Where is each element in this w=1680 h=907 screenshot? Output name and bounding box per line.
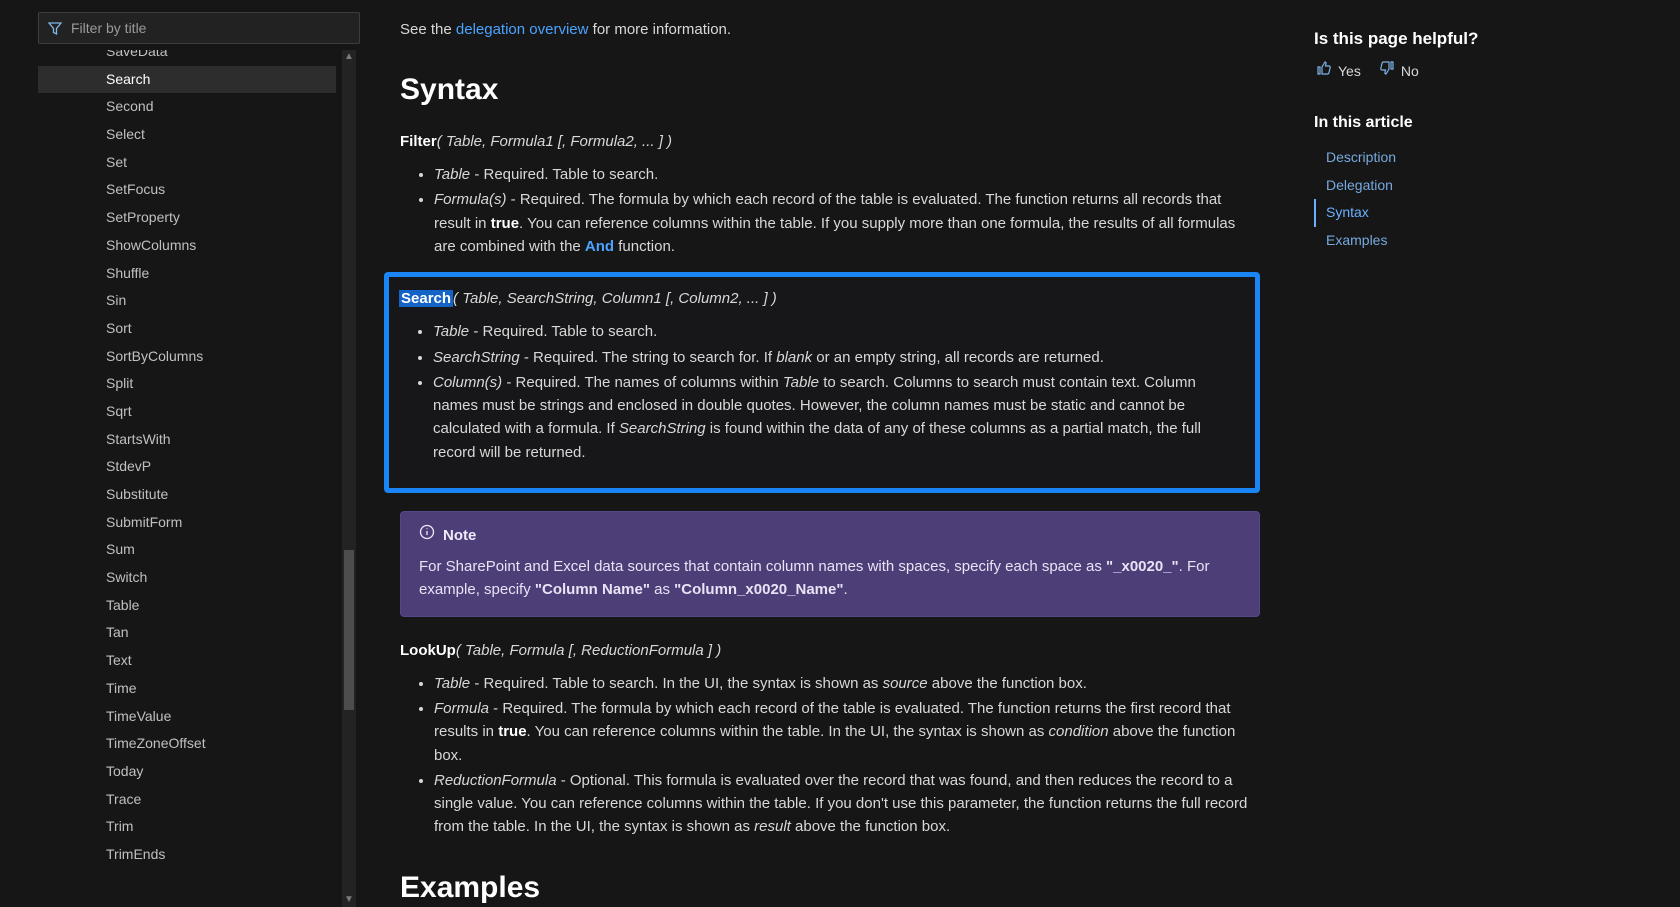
note-box: Note For SharePoint and Excel data sourc… bbox=[400, 511, 1260, 617]
search-highlight-box: Search( Table, SearchString, Column1 [, … bbox=[384, 272, 1260, 493]
filter-param-table: Table - Required. Table to search. bbox=[434, 163, 1260, 186]
sidebar-item-savedata[interactable]: SaveData bbox=[38, 50, 336, 66]
sidebar-item-setfocus[interactable]: SetFocus bbox=[38, 176, 336, 204]
filter-input[interactable] bbox=[71, 13, 359, 43]
sidebar: SaveDataSearchSecondSelectSetSetFocusSet… bbox=[0, 6, 356, 907]
sidebar-item-sort[interactable]: Sort bbox=[38, 315, 336, 343]
yes-label: Yes bbox=[1338, 61, 1361, 83]
filter-wrap bbox=[0, 6, 356, 50]
sidebar-item-trace[interactable]: Trace bbox=[38, 786, 336, 814]
filter-signature: Filter( Table, Formula1 [, Formula2, ...… bbox=[400, 130, 1260, 153]
lookup-sig-tail: ( Table, Formula [, ReductionFormula ] ) bbox=[456, 642, 721, 659]
sidebar-scrollbar[interactable]: ▲ ▼ bbox=[342, 50, 356, 907]
scroll-up-icon[interactable]: ▲ bbox=[342, 50, 356, 64]
note-title: Note bbox=[443, 524, 476, 547]
note-body: For SharePoint and Excel data sources th… bbox=[419, 555, 1241, 602]
sidebar-item-set[interactable]: Set bbox=[38, 149, 336, 177]
delegation-overview-link[interactable]: delegation overview bbox=[456, 21, 589, 38]
lookup-signature: LookUp( Table, Formula [, ReductionFormu… bbox=[400, 639, 1260, 662]
sidebar-item-tan[interactable]: Tan bbox=[38, 619, 336, 647]
nav-list: SaveDataSearchSecondSelectSetSetFocusSet… bbox=[38, 50, 342, 907]
lookup-params: Table - Required. Table to search. In th… bbox=[400, 672, 1260, 839]
sidebar-item-sqrt[interactable]: Sqrt bbox=[38, 398, 336, 426]
toc-item-examples[interactable]: Examples bbox=[1314, 227, 1656, 255]
toc-item-delegation[interactable]: Delegation bbox=[1314, 172, 1656, 200]
sidebar-item-text[interactable]: Text bbox=[38, 647, 336, 675]
filter-sig-tail: ( Table, Formula1 [, Formula2, ... ] ) bbox=[437, 133, 672, 150]
feedback-buttons: Yes No bbox=[1316, 60, 1656, 83]
filter-params: Table - Required. Table to search. Formu… bbox=[400, 163, 1260, 258]
sidebar-item-table[interactable]: Table bbox=[38, 592, 336, 620]
intro-prefix: See the bbox=[400, 21, 456, 38]
sidebar-item-showcolumns[interactable]: ShowColumns bbox=[38, 232, 336, 260]
examples-heading: Examples bbox=[400, 865, 1260, 907]
and-link[interactable]: And bbox=[585, 238, 614, 255]
toc-item-syntax[interactable]: Syntax bbox=[1314, 199, 1656, 227]
sidebar-item-today[interactable]: Today bbox=[38, 758, 336, 786]
main-content: See the delegation overview for more inf… bbox=[356, 6, 1290, 907]
filter-icon bbox=[47, 20, 63, 36]
sidebar-item-search[interactable]: Search bbox=[38, 66, 336, 94]
sidebar-item-sum[interactable]: Sum bbox=[38, 536, 336, 564]
search-sig-tail: ( Table, SearchString, Column1 [, Column… bbox=[453, 290, 777, 307]
note-header: Note bbox=[419, 524, 1241, 547]
sidebar-item-sortbycolumns[interactable]: SortByColumns bbox=[38, 343, 336, 371]
page-layout: SaveDataSearchSecondSelectSetSetFocusSet… bbox=[0, 0, 1680, 907]
sidebar-item-timezoneoffset[interactable]: TimeZoneOffset bbox=[38, 730, 336, 758]
feedback-no-button[interactable]: No bbox=[1379, 60, 1419, 83]
no-label: No bbox=[1401, 61, 1419, 83]
scroll-thumb[interactable] bbox=[344, 550, 354, 710]
search-fn-name: Search bbox=[399, 290, 453, 307]
sidebar-item-second[interactable]: Second bbox=[38, 93, 336, 121]
search-param-columns: Column(s) - Required. The names of colum… bbox=[433, 371, 1241, 464]
thumbs-down-icon bbox=[1379, 60, 1395, 83]
sidebar-item-stdevp[interactable]: StdevP bbox=[38, 453, 336, 481]
toc-item-description[interactable]: Description bbox=[1314, 144, 1656, 172]
info-icon bbox=[419, 524, 435, 547]
syntax-heading: Syntax bbox=[400, 67, 1260, 114]
thumbs-up-icon bbox=[1316, 60, 1332, 83]
lookup-param-formula: Formula - Required. The formula by which… bbox=[434, 697, 1260, 767]
sidebar-item-substitute[interactable]: Substitute bbox=[38, 481, 336, 509]
scroll-down-icon[interactable]: ▼ bbox=[342, 893, 356, 907]
toc-title: In this article bbox=[1314, 111, 1656, 136]
lookup-param-table: Table - Required. Table to search. In th… bbox=[434, 672, 1260, 695]
sidebar-item-select[interactable]: Select bbox=[38, 121, 336, 149]
sidebar-item-sin[interactable]: Sin bbox=[38, 287, 336, 315]
feedback-yes-button[interactable]: Yes bbox=[1316, 60, 1361, 83]
sidebar-item-setproperty[interactable]: SetProperty bbox=[38, 204, 336, 232]
sidebar-item-switch[interactable]: Switch bbox=[38, 564, 336, 592]
search-params: Table - Required. Table to search. Searc… bbox=[399, 320, 1241, 464]
nav-scroll: SaveDataSearchSecondSelectSetSetFocusSet… bbox=[38, 50, 356, 907]
sidebar-item-shuffle[interactable]: Shuffle bbox=[38, 260, 336, 288]
filter-param-formula: Formula(s) - Required. The formula by wh… bbox=[434, 188, 1260, 258]
sidebar-item-timevalue[interactable]: TimeValue bbox=[38, 703, 336, 731]
search-signature: Search( Table, SearchString, Column1 [, … bbox=[399, 287, 1241, 310]
lookup-fn-name: LookUp bbox=[400, 642, 456, 659]
search-param-table: Table - Required. Table to search. bbox=[433, 320, 1241, 343]
sidebar-item-trim[interactable]: Trim bbox=[38, 813, 336, 841]
sidebar-item-time[interactable]: Time bbox=[38, 675, 336, 703]
right-rail: Is this page helpful? Yes No In thi bbox=[1290, 6, 1680, 907]
toc-list: DescriptionDelegationSyntaxExamples bbox=[1314, 144, 1656, 255]
sidebar-item-startswith[interactable]: StartsWith bbox=[38, 426, 336, 454]
helpful-title: Is this page helpful? bbox=[1314, 26, 1656, 52]
intro-paragraph: See the delegation overview for more inf… bbox=[400, 18, 1260, 41]
filter-fn-name: Filter bbox=[400, 133, 437, 150]
intro-suffix: for more information. bbox=[593, 21, 731, 38]
search-param-searchstring: SearchString - Required. The string to s… bbox=[433, 346, 1241, 369]
sidebar-item-split[interactable]: Split bbox=[38, 370, 336, 398]
sidebar-item-submitform[interactable]: SubmitForm bbox=[38, 509, 336, 537]
lookup-param-reduction: ReductionFormula - Optional. This formul… bbox=[434, 769, 1260, 839]
sidebar-item-trimends[interactable]: TrimEnds bbox=[38, 841, 336, 869]
filter-input-container[interactable] bbox=[38, 12, 360, 44]
